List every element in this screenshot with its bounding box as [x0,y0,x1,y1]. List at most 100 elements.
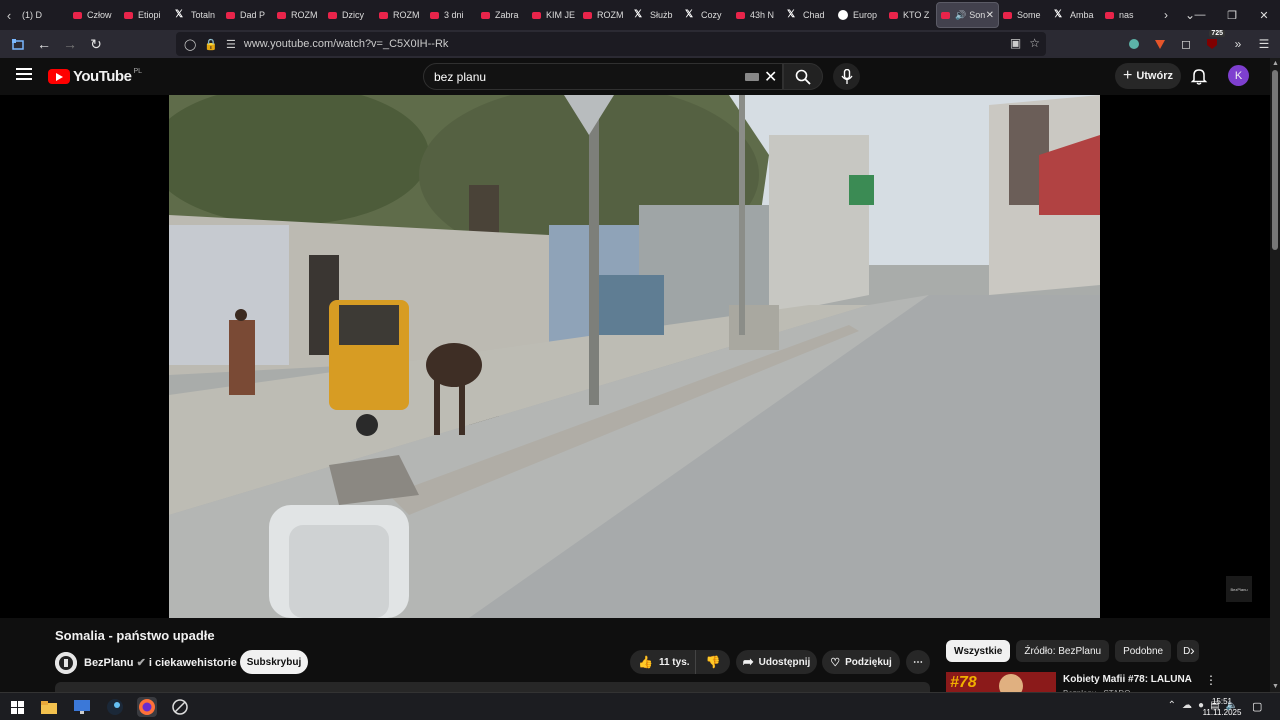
recommendation-thumbnail[interactable]: #78 [946,672,1056,692]
collab-channel[interactable]: i ciekawehistorie [149,657,237,669]
notifications-icon[interactable]: ▢ [1252,700,1262,713]
browser-tab[interactable]: Człow [69,2,120,28]
keyboard-icon[interactable] [745,73,759,81]
cloud-icon[interactable]: ☁ [1182,700,1192,711]
taskbar-clock[interactable]: 15:51 11.11.2025 [1200,696,1244,718]
video-player[interactable]: BezPlanu [0,95,1270,618]
app-menu-icon[interactable]: ☰ [1254,34,1274,54]
browser-tab[interactable]: (1) D [18,2,69,28]
url-text[interactable]: www.youtube.com/watch?v=_C5X0IH--Rk [244,38,449,50]
x-favicon-icon: 𝕏 [634,9,643,20]
extensions-puzzle-icon[interactable]: ◻ [1176,34,1196,54]
subscribe-button[interactable]: Subskrybuj [240,650,308,674]
tab-label: KIM JE [546,10,576,20]
browser-tab[interactable]: 𝕏 Amba [1050,2,1101,28]
guide-menu-icon[interactable] [16,68,32,80]
browser-tab[interactable]: ROZM [273,2,324,28]
search-input[interactable] [434,70,734,84]
back-icon[interactable]: ← [32,32,56,56]
reader-view-icon[interactable]: ▣ [1010,36,1021,50]
browser-tab[interactable]: 𝕏 Chad [783,2,834,28]
browser-tab[interactable]: 43h N [732,2,783,28]
ublock-extension-icon[interactable]: 725 [1202,30,1225,54]
scroll-down-icon[interactable]: ▼ [1272,683,1279,690]
tab-overview-icon[interactable] [6,32,30,56]
youtube-logo[interactable]: YouTube PL [48,68,142,85]
browser-tab[interactable]: 𝕏 Służb [630,2,681,28]
browser-tab[interactable]: ROZM [375,2,426,28]
browser-tab[interactable]: Europ [834,2,885,28]
window-close-icon[interactable]: ✕ [1248,0,1280,30]
scrollbar-thumb[interactable] [1272,70,1278,250]
permissions-icon[interactable]: ☰ [226,38,236,51]
page-scrollbar[interactable]: ▲ ▼ [1270,58,1280,692]
browser-tab[interactable]: Some [999,2,1050,28]
share-button[interactable]: ➦ Udostępnij [736,650,817,674]
voice-search-button[interactable] [833,63,860,90]
scroll-up-icon[interactable]: ▲ [1272,60,1279,67]
shield-icon[interactable]: ◯ [184,38,196,51]
fox-extension-icon[interactable] [1150,34,1170,54]
chip-all[interactable]: Wszystkie [946,640,1011,662]
more-actions-button[interactable]: ⋯ [906,650,930,674]
create-button[interactable]: + Utwórz [1115,63,1181,89]
browser-tab[interactable]: Etiopi [120,2,171,28]
browser-tab[interactable]: Dzicy [324,2,375,28]
overflow-chevrons-icon[interactable]: » [1228,34,1248,54]
chip-similar[interactable]: Podobne [1115,640,1172,662]
tab-audio-icon[interactable]: 🔊 [955,10,966,21]
thanks-button[interactable]: ♡ Podziękuj [822,650,900,674]
channel-names[interactable]: BezPlanu ✔ i ciekawehistorie [84,656,237,669]
search-clear-icon[interactable]: ✕ [764,67,777,87]
tabs-scroll-left-icon[interactable]: ‹ [0,0,18,30]
steam-icon[interactable] [105,697,125,717]
like-button[interactable]: 👍 11 tys. [630,650,696,674]
tabs-scroll-right-icon[interactable]: › [1154,8,1178,22]
reload-icon[interactable]: ↻ [84,32,108,56]
file-explorer-icon[interactable] [39,697,59,717]
restore-icon[interactable]: ❐ [1216,0,1248,30]
tray-overflow-icon[interactable]: ⌃ [1168,700,1176,711]
minimize-icon[interactable]: — [1184,0,1216,30]
channel-name[interactable]: BezPlanu [84,657,134,669]
tab-close-icon[interactable]: ✕ [986,10,994,21]
video-frame[interactable] [169,95,1100,618]
browser-tab[interactable]: 𝕏 Cozy [681,2,732,28]
recommendation-title[interactable]: Kobiety Mafii #78: LALUNA [1063,674,1192,685]
bookmark-star-icon[interactable]: ☆ [1029,36,1040,50]
recommendation-menu-icon[interactable]: ⋮ [1205,673,1217,687]
vpn-app-icon[interactable] [170,697,190,717]
browser-tab[interactable]: ROZM [579,2,630,28]
browser-tab[interactable]: KTO Z [885,2,936,28]
chip-more[interactable]: D [1177,640,1200,662]
address-bar[interactable]: ◯ 🔒 ☰ www.youtube.com/watch?v=_C5X0IH--R… [176,32,1046,56]
browser-tab[interactable]: nas [1101,2,1152,28]
description-box[interactable] [55,682,930,692]
youtube-favicon-icon [481,11,490,19]
vpn-extension-icon[interactable] [1124,34,1144,54]
browser-tab[interactable]: 𝕏 Totaln [171,2,222,28]
clock-time: 15:51 [1211,697,1233,706]
thumbnail-number: #78 [950,674,977,691]
search-button[interactable] [783,63,823,90]
account-avatar[interactable]: K [1228,65,1249,86]
chips-next-icon[interactable]: › [1190,642,1195,658]
chip-source[interactable]: Źródło: BezPlanu [1016,640,1110,662]
channel-avatar[interactable] [55,652,77,674]
youtube-favicon-icon [379,11,388,19]
dislike-button[interactable]: 👎 [696,655,730,669]
lock-icon[interactable]: 🔒 [204,38,218,51]
browser-tab[interactable]: KIM JE [528,2,579,28]
browser-toolbar: ← → ↻ ◯ 🔒 ☰ www.youtube.com/watch?v=_C5X… [0,30,1280,58]
forward-icon[interactable]: → [58,32,82,56]
browser-tab[interactable]: 3 dni [426,2,477,28]
start-windows-icon[interactable] [7,697,27,717]
notifications-bell-icon[interactable] [1190,67,1208,85]
tab-label: 43h N [750,10,775,20]
browser-tab[interactable]: Zabra [477,2,528,28]
browser-tab[interactable]: 🔊 Son ✕ [936,2,999,28]
firefox-icon[interactable] [137,697,157,717]
channel-watermark[interactable]: BezPlanu [1226,576,1252,602]
browser-tab[interactable]: Dad P [222,2,273,28]
monitor-app-icon[interactable] [72,697,92,717]
